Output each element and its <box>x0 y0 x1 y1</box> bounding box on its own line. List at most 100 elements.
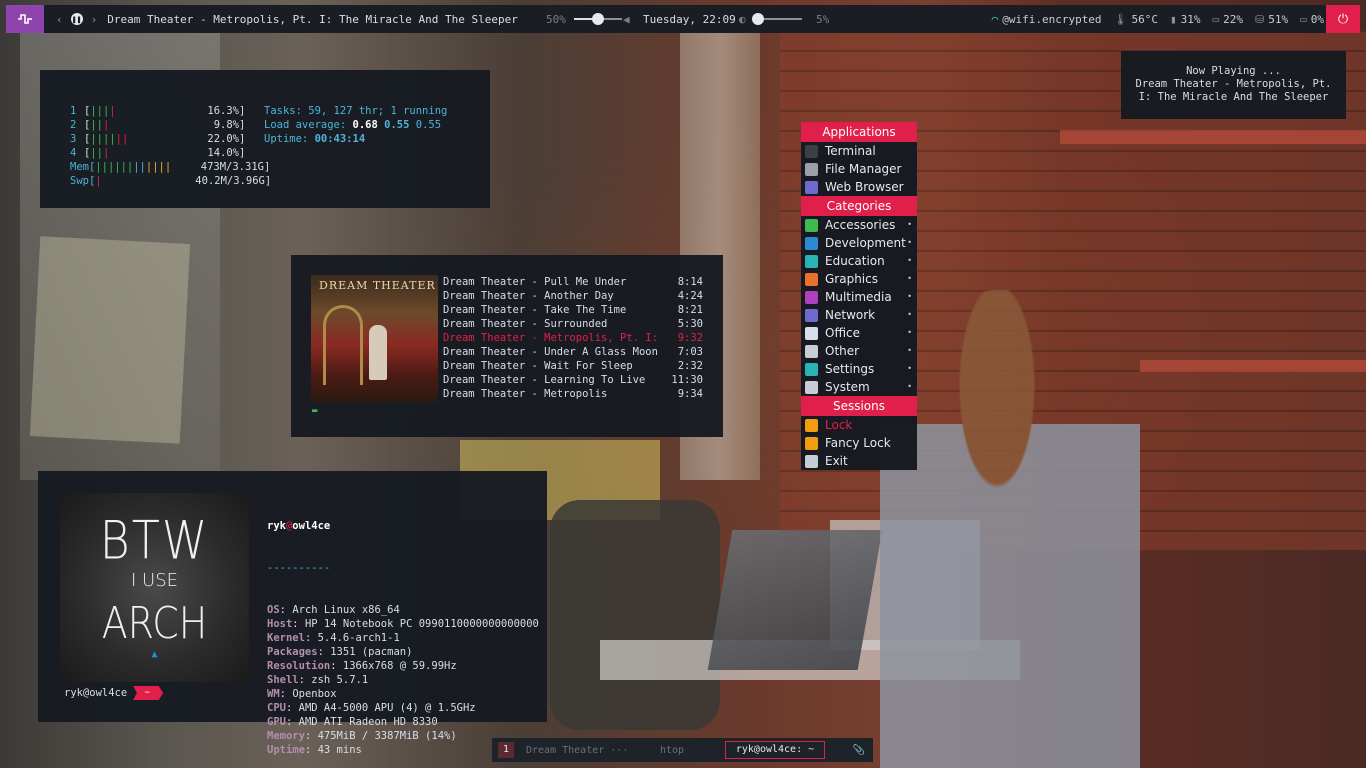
disk-label: 51% <box>1268 12 1289 26</box>
menu-item-settings[interactable]: Settings • <box>801 360 917 378</box>
track-duration: 11:30 <box>671 374 703 386</box>
info-row: Resolution: 1366x768 @ 59.99Hz <box>267 659 539 673</box>
playlist-row[interactable]: Dream Theater - Another Day 4:24 <box>443 289 703 303</box>
swp-value: 40.2M/3.96G] <box>195 175 272 187</box>
shell-prompt[interactable]: ryk@owl4ce ~ <box>64 686 164 700</box>
task-terminal-active[interactable]: ryk@owl4ce: ~ <box>725 741 825 759</box>
cpu-bars-kernel: | <box>102 147 110 159</box>
info-value: 475MiB / 3387MiB (14%) <box>317 730 457 742</box>
menu-item-office[interactable]: Office • <box>801 324 917 342</box>
info-key: CPU <box>267 702 286 714</box>
neofetch-terminal[interactable]: BTW I USE ARCH ▲ ryk@owl4ce ---------- O… <box>38 471 547 756</box>
thermometer-icon: 🌡 <box>1113 12 1128 26</box>
track-duration: 8:21 <box>677 304 703 316</box>
pulse-icon[interactable] <box>6 5 44 33</box>
load-5: 0.55 <box>384 119 410 131</box>
info-row: Packages: 1351 (pacman) <box>267 645 539 659</box>
arch-icon: ▲ <box>151 648 158 660</box>
mem-value: 473M/3.31G] <box>200 161 271 173</box>
next-icon[interactable]: › <box>91 13 98 26</box>
battery-status: ▮ 31% <box>1170 13 1201 26</box>
btw-i-use-arch-logo: BTW I USE ARCH ▲ <box>60 493 249 682</box>
tasks-label: Tasks: <box>264 105 309 117</box>
track-duration: 8:14 <box>677 276 703 288</box>
menu-item-development[interactable]: Development • <box>801 234 917 252</box>
menu-item-file-manager[interactable]: File Manager <box>801 160 917 178</box>
volume-slider[interactable] <box>574 13 622 25</box>
workspace-indicator[interactable]: 1 <box>498 742 514 758</box>
submenu-arrow-icon: • <box>907 256 912 265</box>
menu-item-label: Education <box>825 254 885 268</box>
info-key: Packages <box>267 646 318 658</box>
wifi-status[interactable]: ◠ @wifi.encrypted <box>992 13 1102 26</box>
menu-item-label: Web Browser <box>825 180 904 194</box>
submenu-arrow-icon: • <box>907 310 912 319</box>
submenu-arrow-icon: • <box>907 292 912 301</box>
brightness-slider[interactable] <box>752 13 802 25</box>
menu-item-other[interactable]: Other • <box>801 342 917 360</box>
system-tray: ◠ @wifi.encrypted 🌡 56°C ▮ 31% ▭ 22% ⛁ 51% ▭ 0… <box>992 13 1324 26</box>
playlist-row[interactable]: Dream Theater - Metropolis, Pt. I: T 9:32 <box>443 331 703 345</box>
playlist-row[interactable]: Dream Theater - Take The Time 8:21 <box>443 303 703 317</box>
volume-slider-knob[interactable] <box>592 13 604 25</box>
memory-meter: Mem[|||||||||||| 473M/3.31G] <box>70 160 490 174</box>
menu-item-network[interactable]: Network • <box>801 306 917 324</box>
exit-icon <box>805 454 818 468</box>
submenu-arrow-icon: • <box>907 346 912 355</box>
battery-icon: ▮ <box>1170 12 1177 26</box>
menu-item-graphics[interactable]: Graphics • <box>801 270 917 288</box>
playlist-row[interactable]: Dream Theater - Pull Me Under 8:14 <box>443 275 703 289</box>
menu-item-lock[interactable]: Lock <box>801 416 917 434</box>
playlist-row[interactable]: Dream Theater - Surrounded 5:30 <box>443 317 703 331</box>
wallpaper-shelf <box>1060 130 1366 144</box>
brightness-slider-knob[interactable] <box>752 13 765 25</box>
menu-item-multimedia[interactable]: Multimedia • <box>801 288 917 306</box>
previous-icon[interactable]: ‹ <box>56 13 63 26</box>
prompt-user: ryk@owl4ce <box>64 687 128 699</box>
now-playing-line: I: The Miracle And The Sleeper <box>1138 91 1329 103</box>
menu-item-system[interactable]: System • <box>801 378 917 396</box>
info-value: zsh 5.7.1 <box>311 674 369 686</box>
info-value: Arch Linux x86_64 <box>292 604 400 616</box>
info-key: Host <box>267 618 293 630</box>
playlist-row[interactable]: Dream Theater - Metropolis 9:34 <box>443 387 703 401</box>
menu-item-exit[interactable]: Exit <box>801 452 917 470</box>
power-icon[interactable]: ⏻ <box>1326 5 1360 33</box>
wallpaper-note <box>29 236 191 444</box>
info-key: Kernel <box>267 632 305 644</box>
pause-icon[interactable]: ❚❚ <box>70 13 83 25</box>
speaker-icon: ◀ <box>623 12 630 26</box>
menu-item-education[interactable]: Education • <box>801 252 917 270</box>
cpu-bars-kernel: | <box>109 105 116 117</box>
menu-item-terminal[interactable]: Terminal <box>801 142 917 160</box>
swp-label: Swp[ <box>70 175 96 187</box>
menu-item-fancy-lock[interactable]: Fancy Lock <box>801 434 917 452</box>
task-htop[interactable]: htop <box>660 745 684 756</box>
info-key: OS <box>267 604 280 616</box>
playlist-row[interactable]: Dream Theater - Learning To Live 11:30 <box>443 373 703 387</box>
playlist-row[interactable]: Dream Theater - Under A Glass Moon 7:03 <box>443 345 703 359</box>
mem-label: Mem[ <box>70 161 96 173</box>
other-icon <box>805 344 818 358</box>
brightness-icon: ◐ <box>739 12 746 26</box>
menu-item-web-browser[interactable]: Web Browser <box>801 178 917 196</box>
task-music-player[interactable]: Dream Theater ··· <box>526 745 628 756</box>
menu-item-label: Graphics <box>825 272 878 286</box>
htop-summary: Tasks: 59, 127 thr; 1 running Load avera… <box>264 104 447 146</box>
menu-item-label: Network <box>825 308 876 322</box>
playlist-row[interactable]: Dream Theater - Wait For Sleep 2:32 <box>443 359 703 373</box>
uptime-value: 00:43:14 <box>314 133 366 145</box>
development-icon <box>805 236 818 250</box>
temperature-label: 56°C <box>1131 12 1159 26</box>
info-key: WM <box>267 688 280 700</box>
info-colon: : <box>292 618 305 630</box>
mem-bars-used: |||||| <box>95 161 134 173</box>
swp-bars: | <box>95 175 102 187</box>
temperature-status: 🌡 56°C <box>1114 13 1158 26</box>
info-value: 1366x768 @ 59.99Hz <box>342 660 457 672</box>
track-name: Dream Theater - Surrounded <box>443 318 608 330</box>
paperclip-icon[interactable]: 📎 <box>853 745 865 756</box>
system-icon <box>805 380 818 394</box>
swap-status: ▭ 0% <box>1300 13 1324 26</box>
menu-item-accessories[interactable]: Accessories • <box>801 216 917 234</box>
